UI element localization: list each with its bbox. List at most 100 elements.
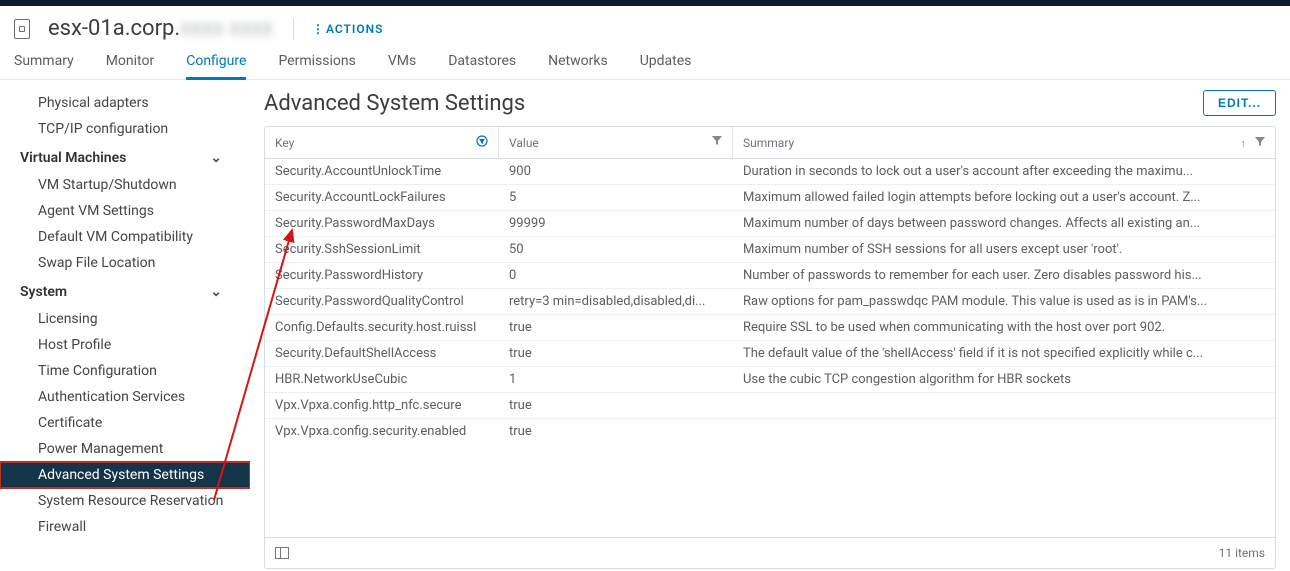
cell-summary: [733, 419, 1275, 444]
column-toggle-icon[interactable]: [275, 547, 289, 559]
col-summary-label: Summary: [743, 136, 794, 150]
cell-key: Security.PasswordHistory: [265, 263, 499, 288]
filter-icon[interactable]: [712, 136, 722, 149]
tab-bar: Summary Monitor Configure Permissions VMs Dat…: [0, 47, 1290, 80]
cell-summary: Maximum number of SSH sessions for all u…: [733, 237, 1275, 262]
table-row[interactable]: Security.PasswordMaxDays99999Maximum num…: [265, 211, 1275, 237]
edit-button[interactable]: EDIT...: [1203, 90, 1276, 116]
host-name-visible: esx-01a.corp.: [48, 16, 180, 41]
cell-key: Security.AccountUnlockTime: [265, 159, 499, 184]
tab-configure[interactable]: Configure: [186, 53, 246, 79]
chevron-down-icon: ⌄: [210, 284, 222, 300]
table-row[interactable]: Security.AccountUnlockTime900Duration in…: [265, 159, 1275, 185]
cell-key: Security.AccountLockFailures: [265, 185, 499, 210]
table-row[interactable]: Config.Defaults.security.host.ruissltrue…: [265, 315, 1275, 341]
tab-datastores[interactable]: Datastores: [448, 53, 516, 79]
sidebar-item[interactable]: Firewall: [0, 514, 250, 540]
col-header-key[interactable]: Key: [265, 127, 499, 158]
cell-summary: Require SSL to be used when communicatin…: [733, 315, 1275, 340]
col-header-summary[interactable]: Summary ↑: [733, 127, 1275, 158]
sidebar-item[interactable]: Swap File Location: [0, 250, 250, 276]
tab-updates[interactable]: Updates: [640, 53, 692, 79]
col-key-label: Key: [275, 136, 294, 150]
sidebar-item[interactable]: Host Profile: [0, 332, 250, 358]
settings-table: Key Value Summary ↑: [264, 126, 1276, 569]
table-row[interactable]: Security.AccountLockFailures5Maximum all…: [265, 185, 1275, 211]
tab-vms[interactable]: VMs: [388, 53, 416, 79]
cell-key: Vpx.Vpxa.config.security.enabled: [265, 419, 499, 444]
tab-networks[interactable]: Networks: [548, 53, 608, 79]
tab-summary[interactable]: Summary: [14, 53, 74, 79]
content-pane: Advanced System Settings EDIT... Key Val…: [250, 80, 1290, 569]
cell-value: retry=3 min=disabled,disabled,di...: [499, 289, 733, 314]
cell-key: HBR.NetworkUseCubic: [265, 367, 499, 392]
cell-summary: Use the cubic TCP congestion algorithm f…: [733, 367, 1275, 392]
filter-icon[interactable]: [1255, 137, 1265, 150]
sidebar-item[interactable]: Time Configuration: [0, 358, 250, 384]
table-header: Key Value Summary ↑: [265, 127, 1275, 159]
cell-value: 900: [499, 159, 733, 184]
cell-value: true: [499, 419, 733, 444]
sort-up-icon[interactable]: ↑: [1241, 137, 1247, 150]
cell-summary: Maximum number of days between password …: [733, 211, 1275, 236]
cell-summary: Maximum allowed failed login attempts be…: [733, 185, 1275, 210]
sidebar-item[interactable]: Licensing: [0, 306, 250, 332]
host-icon: [14, 19, 30, 39]
cell-value: true: [499, 393, 733, 418]
sidebar-item[interactable]: Certificate: [0, 410, 250, 436]
actions-menu[interactable]: ⋮ ACTIONS: [312, 22, 384, 36]
table-row[interactable]: Security.PasswordHistory0Number of passw…: [265, 263, 1275, 289]
cell-summary: The default value of the 'shellAccess' f…: [733, 341, 1275, 366]
sidebar-item[interactable]: Physical adapters: [0, 90, 250, 116]
cell-value: true: [499, 315, 733, 340]
table-footer: 11 items: [265, 537, 1275, 568]
tab-monitor[interactable]: Monitor: [106, 53, 155, 79]
sidebar-item[interactable]: System Resource Reservation: [0, 488, 250, 514]
filter-icon[interactable]: [476, 135, 488, 150]
sidebar-item[interactable]: TCP/IP configuration: [0, 116, 250, 142]
table-row[interactable]: Security.SshSessionLimit50Maximum number…: [265, 237, 1275, 263]
sidebar-group[interactable]: Virtual Machines⌄: [0, 142, 250, 172]
host-name-blurred: xxxx xxxx: [180, 16, 273, 41]
table-row[interactable]: Security.DefaultShellAccesstrueThe defau…: [265, 341, 1275, 367]
cell-value: true: [499, 341, 733, 366]
cell-summary: Raw options for pam_passwdqc PAM module.…: [733, 289, 1275, 314]
actions-label: ACTIONS: [326, 22, 384, 36]
cell-key: Vpx.Vpxa.config.http_nfc.secure: [265, 393, 499, 418]
table-row[interactable]: Security.PasswordQualityControlretry=3 m…: [265, 289, 1275, 315]
cell-value: 50: [499, 237, 733, 262]
sidebar-item[interactable]: Authentication Services: [0, 384, 250, 410]
row-count: 11 items: [1219, 546, 1265, 560]
cell-value: 0: [499, 263, 733, 288]
cell-key: Security.SshSessionLimit: [265, 237, 499, 262]
cell-key: Security.PasswordQualityControl: [265, 289, 499, 314]
cell-value: 99999: [499, 211, 733, 236]
host-title: esx-01a.corp.xxxx xxxx: [48, 16, 273, 41]
separator: [293, 18, 294, 40]
sidebar-group-label: System: [20, 284, 67, 300]
col-value-label: Value: [509, 136, 539, 150]
chevron-down-icon: ⌄: [210, 150, 222, 166]
cell-key: Security.PasswordMaxDays: [265, 211, 499, 236]
table-body: Security.AccountUnlockTime900Duration in…: [265, 159, 1275, 537]
sidebar-item[interactable]: Power Management: [0, 436, 250, 462]
sidebar-item[interactable]: VM Startup/Shutdown: [0, 172, 250, 198]
sidebar-group[interactable]: System ⌄: [0, 276, 250, 306]
cell-value: 5: [499, 185, 733, 210]
sidebar-item[interactable]: Agent VM Settings: [0, 198, 250, 224]
tab-permissions[interactable]: Permissions: [278, 53, 355, 79]
page-title: Advanced System Settings: [264, 91, 525, 116]
kebab-icon: ⋮: [312, 22, 322, 36]
cell-value: 1: [499, 367, 733, 392]
cell-summary: Number of passwords to remember for each…: [733, 263, 1275, 288]
cell-summary: [733, 393, 1275, 418]
sidebar-item[interactable]: Advanced System Settings: [0, 462, 250, 488]
table-row[interactable]: Vpx.Vpxa.config.http_nfc.securetrue: [265, 393, 1275, 419]
content-header: Advanced System Settings EDIT...: [264, 90, 1276, 116]
col-header-value[interactable]: Value: [499, 127, 733, 158]
cell-key: Config.Defaults.security.host.ruissl: [265, 315, 499, 340]
header: esx-01a.corp.xxxx xxxx ⋮ ACTIONS: [0, 6, 1290, 47]
sidebar-item[interactable]: Default VM Compatibility: [0, 224, 250, 250]
table-row[interactable]: HBR.NetworkUseCubic1Use the cubic TCP co…: [265, 367, 1275, 393]
table-row[interactable]: Vpx.Vpxa.config.security.enabledtrue: [265, 419, 1275, 444]
